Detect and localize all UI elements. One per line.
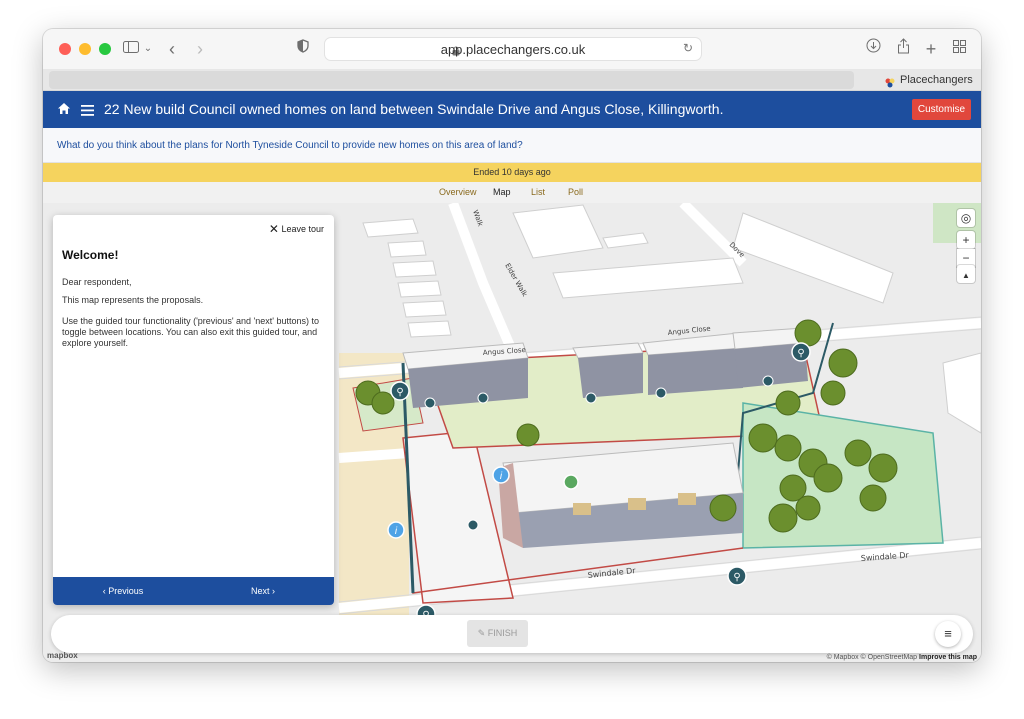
- close-window-button[interactable]: [59, 43, 71, 55]
- page-title: 22 New build Council owned homes on land…: [104, 101, 724, 117]
- new-tab-icon[interactable]: +: [923, 38, 939, 60]
- leave-tour-label: Leave tour: [281, 224, 324, 234]
- tab-inactive[interactable]: [49, 71, 854, 89]
- tab-overview-icon[interactable]: [951, 38, 967, 60]
- back-icon[interactable]: ‹: [165, 38, 179, 60]
- tour-paragraph-3: Use the guided tour functionality ('prev…: [62, 316, 320, 348]
- browser-window: ⌄ ‹ › app.placechangers.co.uk ↻ + Placec…: [43, 29, 981, 662]
- minimize-window-button[interactable]: [79, 43, 91, 55]
- forward-icon[interactable]: ›: [193, 38, 207, 60]
- tab-poll[interactable]: Poll: [568, 187, 583, 197]
- download-icon[interactable]: [865, 38, 881, 60]
- map-attribution: © Mapbox © OpenStreetMap Improve this ma…: [827, 654, 977, 661]
- guided-tour-panel: ✕ Leave tour Welcome! Dear respondent, T…: [53, 215, 334, 605]
- svg-text:⚲: ⚲: [396, 387, 403, 398]
- menu-icon[interactable]: [81, 103, 94, 121]
- pencil-icon: ✎: [477, 628, 486, 638]
- view-tabs: Overview Map List Poll: [43, 182, 981, 203]
- reload-icon[interactable]: ↻: [683, 41, 693, 55]
- home-icon[interactable]: [57, 102, 71, 120]
- map-view[interactable]: Angus Close Angus Close Swindale Dr Swin…: [43, 203, 981, 662]
- tab-overview[interactable]: Overview: [439, 187, 477, 197]
- next-label: Next: [250, 586, 270, 596]
- customise-button[interactable]: Customise: [912, 99, 971, 120]
- locate-button[interactable]: ◎: [957, 209, 975, 227]
- tab-list[interactable]: List: [531, 187, 545, 197]
- zoom-in-button[interactable]: +: [957, 231, 975, 249]
- mapbox-logo[interactable]: mapbox: [47, 651, 78, 660]
- shield-icon[interactable]: [296, 38, 310, 60]
- tour-paragraph-1: Dear respondent,: [62, 277, 132, 287]
- next-button[interactable]: Next ›: [193, 577, 333, 605]
- svg-text:⚲: ⚲: [797, 348, 804, 359]
- address-bar[interactable]: app.placechangers.co.uk ↻: [324, 37, 702, 61]
- hamburger-icon: ≡: [944, 626, 952, 641]
- tour-nav-bar: ‹ Previous Next ›: [53, 577, 334, 605]
- locate-icon: ◎: [960, 211, 972, 225]
- zoom-window-button[interactable]: [99, 43, 111, 55]
- tour-heading: Welcome!: [62, 248, 119, 262]
- consultation-question: What do you think about the plans for No…: [43, 128, 981, 163]
- tab-placechangers[interactable]: Placechangers: [873, 69, 981, 91]
- finish-button[interactable]: ✎ FINISH: [467, 620, 528, 647]
- finish-label: FINISH: [487, 628, 518, 638]
- browser-toolbar: ⌄ ‹ › app.placechangers.co.uk ↻ +: [43, 29, 981, 69]
- svg-text:⚲: ⚲: [733, 572, 740, 583]
- compass-icon: ▲: [962, 271, 970, 280]
- improve-map-link[interactable]: Improve this map: [919, 654, 977, 661]
- mapbox-logo-text: mapbox: [47, 651, 78, 660]
- chevron-right-icon: ›: [272, 586, 276, 596]
- tab-bar: Placechangers: [43, 69, 981, 91]
- share-icon[interactable]: [895, 38, 911, 60]
- placechangers-favicon-icon: [885, 74, 895, 88]
- bottom-action-bar: ✎ FINISH ≡: [51, 615, 973, 653]
- zoom-out-icon: −: [962, 251, 970, 265]
- leave-tour-button[interactable]: ✕ Leave tour: [269, 222, 324, 236]
- chevron-down-icon[interactable]: ⌄: [143, 38, 153, 60]
- previous-button[interactable]: ‹ Previous: [53, 577, 193, 605]
- attribution-text: © Mapbox © OpenStreetMap: [826, 654, 918, 661]
- tour-paragraph-2: This map represents the proposals.: [62, 295, 204, 305]
- tree-marker: [563, 474, 579, 490]
- previous-label: Previous: [108, 586, 144, 596]
- close-icon: ✕: [268, 222, 279, 236]
- menu-button[interactable]: ≡: [935, 621, 961, 647]
- app-header: 22 New build Council owned homes on land…: [43, 91, 981, 128]
- zoom-in-icon: +: [962, 233, 970, 247]
- compass-button[interactable]: ▲: [957, 265, 975, 283]
- tab-title: Placechangers: [900, 74, 973, 86]
- url-text: app.placechangers.co.uk: [440, 42, 586, 57]
- question-text: What do you think about the plans for No…: [57, 140, 523, 151]
- sidebar-icon[interactable]: [121, 38, 141, 60]
- tab-map[interactable]: Map: [493, 187, 511, 197]
- status-banner: Ended 10 days ago: [43, 163, 981, 182]
- chevron-left-icon: ‹: [102, 586, 106, 596]
